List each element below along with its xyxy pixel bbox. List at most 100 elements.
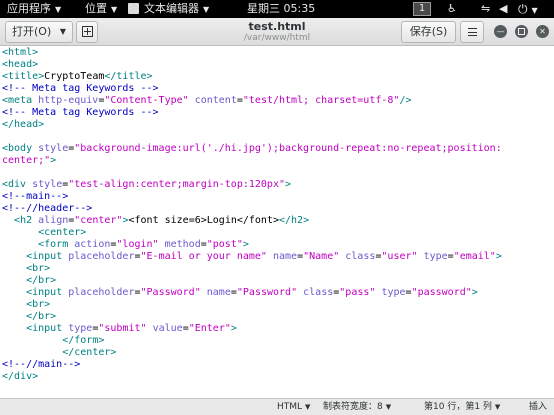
code-token: "test/html; charset=utf-8" (242, 95, 400, 106)
code-token: style (38, 143, 69, 154)
code-line[interactable]: </br> (0, 311, 554, 323)
power-icon[interactable]: ⏻ ▼ (518, 0, 538, 18)
code-token: <!--//main--> (2, 359, 81, 370)
code-token: <font size=6>Login</font> (128, 215, 279, 226)
code-line[interactable]: </br> (0, 275, 554, 287)
code-token: content (194, 95, 237, 106)
code-line[interactable]: <input type="submit" value="Enter"> (0, 323, 554, 335)
open-button[interactable]: 打开(O) ▼ (5, 21, 73, 43)
code-token: "email" (453, 251, 496, 262)
code-line[interactable]: <html> (0, 47, 554, 59)
new-document-button[interactable] (76, 21, 98, 43)
maximize-button[interactable] (515, 25, 528, 38)
maximize-icon (518, 28, 525, 35)
code-line[interactable] (0, 131, 554, 143)
app-menu[interactable]: 文本编辑器 ▼ (144, 0, 209, 18)
chevron-down-icon: ▼ (111, 5, 118, 14)
code-token: name (206, 287, 231, 298)
code-line[interactable]: </div> (0, 371, 554, 383)
code-token: <center> (38, 227, 87, 238)
clock[interactable]: 星期三 05:35 (247, 0, 315, 18)
code-token: type (423, 251, 448, 262)
code-line[interactable]: <!-- Meta tag Keywords --> (0, 83, 554, 95)
menu-button[interactable] (460, 21, 484, 43)
code-token: <title> (2, 71, 45, 82)
code-line[interactable]: <form action="login" method="post"> (0, 239, 554, 251)
app-menu-label: 文本编辑器 (144, 2, 199, 15)
tab-width-label: 制表符宽度：8 (323, 402, 383, 412)
code-line[interactable]: <br> (0, 299, 554, 311)
chevron-down-icon: ▼ (531, 6, 538, 15)
window-subtitle: /var/www/html (243, 33, 311, 43)
code-line[interactable]: <br> (0, 263, 554, 275)
tab-width-selector[interactable]: 制表符宽度：8 ▼ (323, 399, 391, 415)
code-token: <meta (2, 95, 39, 106)
code-line[interactable]: <!--main--> (0, 191, 554, 203)
language-selector[interactable]: HTML ▼ (277, 399, 310, 415)
open-button-label: 打开(O) (12, 25, 52, 38)
code-token: > (50, 155, 57, 166)
code-line[interactable]: </form> (0, 335, 554, 347)
code-line[interactable]: <meta http-equiv="Content-Type" content=… (0, 95, 554, 107)
code-token: center;" (2, 155, 51, 166)
code-line[interactable]: <!--//main--> (0, 359, 554, 371)
code-line[interactable]: <!--//header--> (0, 203, 554, 215)
chevron-down-icon: ▼ (59, 27, 66, 36)
workspace-indicator[interactable]: 1 (413, 2, 431, 16)
code-line[interactable]: <body style="background-image:url('./hi.… (0, 143, 554, 155)
code-line[interactable]: <input placeholder="Password" name="Pass… (0, 287, 554, 299)
close-button[interactable]: ✕ (536, 25, 549, 38)
code-token: </h2> (279, 215, 310, 226)
code-line[interactable]: <head> (0, 59, 554, 71)
window-title: test.html (248, 20, 306, 33)
language-label: HTML (277, 402, 303, 412)
code-token: "submit" (98, 323, 147, 334)
text-editor-area[interactable]: <html> <head> <title>CryptoTeam</title> <!-… (0, 47, 554, 398)
chevron-down-icon: ▼ (203, 5, 210, 14)
new-tab-icon (82, 26, 93, 37)
code-token: "Password" (140, 287, 201, 298)
code-line[interactable]: <!-- Meta tag Keywords --> (0, 107, 554, 119)
code-line[interactable]: <h2 align="center"><font size=6>Login</f… (0, 215, 554, 227)
code-token: <!-- Meta tag Keywords --> (2, 83, 159, 94)
code-line[interactable]: </center> (0, 347, 554, 359)
code-token: <body (2, 143, 39, 154)
code-token: > (495, 251, 502, 262)
places-menu[interactable]: 位置 ▼ (85, 0, 117, 18)
code-token: </title> (104, 71, 153, 82)
minimize-button[interactable]: — (494, 25, 507, 38)
code-line[interactable]: <input placeholder="E-mail or your name"… (0, 251, 554, 263)
code-line[interactable] (0, 167, 554, 179)
system-top-bar: 应用程序 ▼ 位置 ▼ 文本编辑器 ▼ 星期三 05:35 1 ♿ ⇋ ◀ ⏻ ▼ (0, 0, 554, 18)
code-token: </br> (26, 275, 57, 286)
text-editor-app-icon (128, 3, 139, 14)
code-line[interactable]: center;"> (0, 155, 554, 167)
cursor-position[interactable]: 第10 行，第1 列 ▼ (424, 399, 500, 415)
accessibility-icon[interactable]: ♿ (447, 0, 457, 18)
code-token: align (38, 215, 69, 226)
network-icon[interactable]: ⇋ (481, 0, 490, 18)
code-token: <!--//header--> (2, 203, 93, 214)
code-token: <br> (26, 263, 51, 274)
code-token: "post" (206, 239, 243, 250)
code-line[interactable]: <center> (0, 227, 554, 239)
code-line[interactable]: </head> (0, 119, 554, 131)
save-button[interactable]: 保存(S) (401, 21, 456, 43)
code-token: "user" (381, 251, 418, 262)
code-token: <form (38, 239, 75, 250)
code-line[interactable]: <div style="test-align:center;margin-top… (0, 179, 554, 191)
applications-menu[interactable]: 应用程序 ▼ (7, 0, 61, 18)
code-line[interactable]: <title>CryptoTeam</title> (0, 71, 554, 83)
code-token: > (471, 287, 478, 298)
volume-icon[interactable]: ◀ (499, 0, 507, 18)
close-icon: ✕ (539, 27, 546, 36)
